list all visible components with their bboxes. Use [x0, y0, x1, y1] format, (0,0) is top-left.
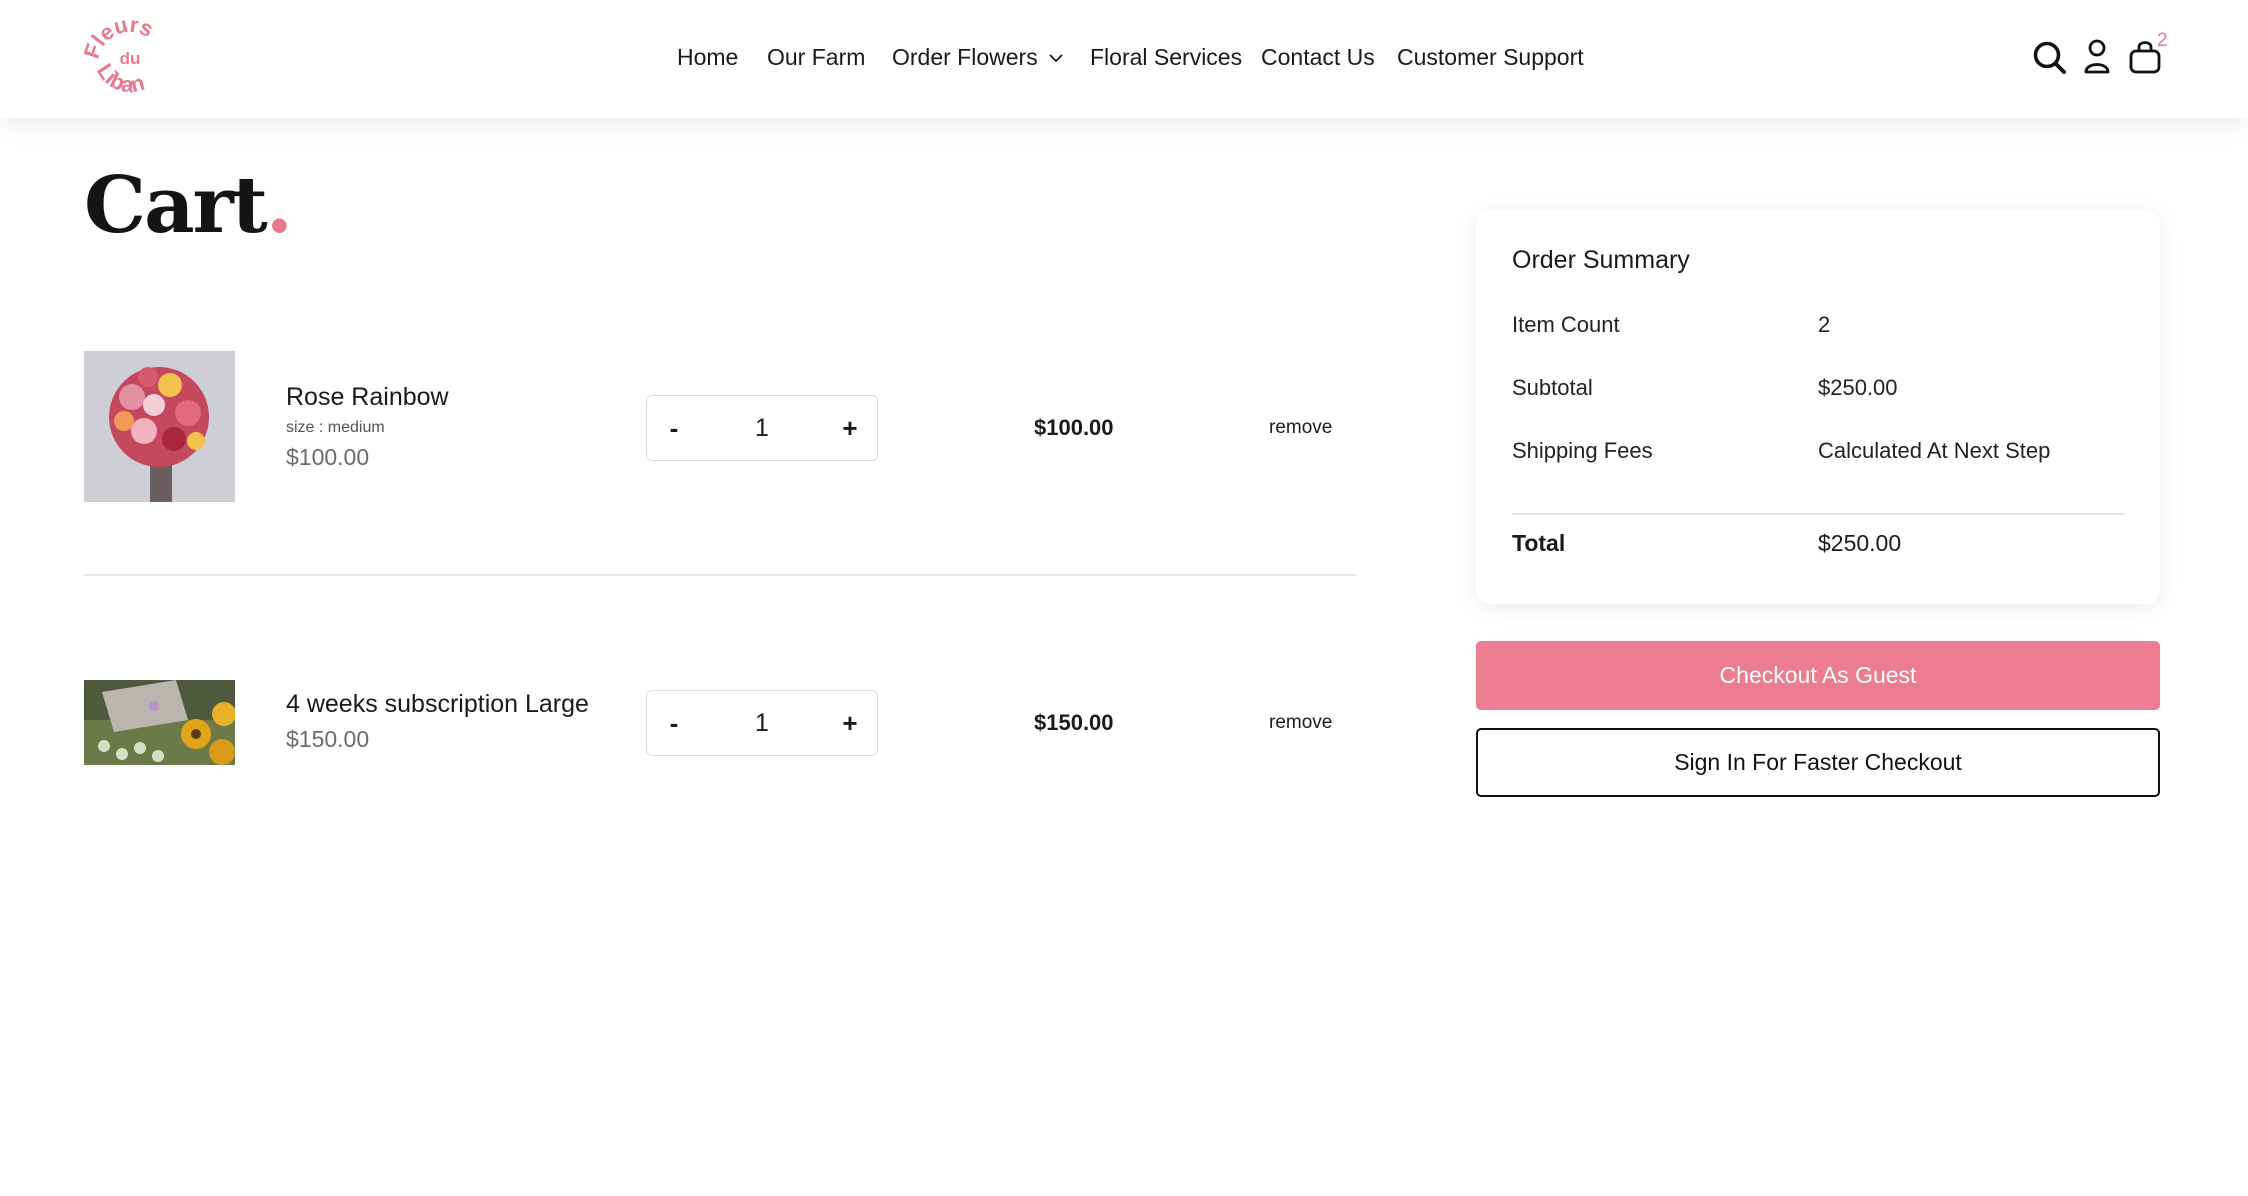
quantity-stepper: - 1 +	[646, 395, 878, 461]
product-name[interactable]: 4 weeks subscription Large	[286, 690, 589, 719]
nav-contact-us-label: Contact Us	[1261, 44, 1375, 70]
page-title: Cart.	[84, 160, 293, 251]
item-count-value: 2	[1818, 312, 1831, 337]
increase-quantity-button[interactable]: +	[823, 413, 877, 444]
product-image-rose-rainbow[interactable]	[84, 351, 235, 502]
chevron-down-icon	[1049, 53, 1063, 62]
main-nav: Home Our Farm Order Flowers Floral Servi…	[0, 0, 2248, 118]
nav-order-flowers[interactable]: Order Flowers	[892, 44, 1064, 71]
cart-row: 4 weeks subscription Large $150.00 - 1 +…	[84, 680, 1356, 766]
subtotal-value: $250.00	[1818, 375, 1898, 400]
summary-divider	[1512, 513, 2124, 515]
nav-floral-services[interactable]: Floral Services	[1090, 44, 1242, 71]
remove-item-link[interactable]: remove	[1269, 712, 1332, 734]
search-icon[interactable]	[2033, 38, 2067, 78]
nav-home[interactable]: Home	[677, 44, 738, 71]
nav-our-farm-label: Our Farm	[767, 44, 866, 70]
page-title-text: Cart	[84, 160, 268, 251]
decrease-quantity-button[interactable]: -	[647, 413, 701, 444]
product-name[interactable]: Rose Rainbow	[286, 383, 449, 412]
nav-customer-support-label: Customer Support	[1397, 44, 1584, 70]
total-value: $250.00	[1818, 530, 1902, 556]
sign-in-button[interactable]: Sign In For Faster Checkout	[1476, 728, 2160, 797]
order-summary-title: Order Summary	[1512, 246, 1690, 274]
cart-count-badge: 2	[2157, 30, 2168, 51]
product-image-subscription[interactable]	[84, 680, 235, 765]
row-divider	[84, 574, 1356, 576]
nav-home-label: Home	[677, 44, 739, 70]
quantity-stepper: - 1 +	[646, 690, 878, 756]
quantity-value[interactable]: 1	[701, 709, 823, 738]
site-header: Fleurs du Liban Home Our Farm Order Flow…	[0, 0, 2248, 118]
user-icon[interactable]	[2083, 38, 2111, 78]
nav-contact-us[interactable]: Contact Us	[1261, 44, 1375, 71]
cart-row: Rose Rainbow size : medium $100.00 - 1 +…	[84, 351, 1356, 503]
line-total: $150.00	[1034, 710, 1114, 735]
shipping-fees-label: Shipping Fees	[1512, 438, 1653, 463]
nav-order-flowers-label: Order Flowers	[892, 44, 1038, 70]
shipping-fees-value: Calculated At Next Step	[1818, 438, 2051, 463]
nav-our-farm[interactable]: Our Farm	[767, 44, 865, 71]
product-unit-price: $100.00	[286, 444, 370, 470]
decrease-quantity-button[interactable]: -	[647, 708, 701, 739]
item-count-label: Item Count	[1512, 312, 1620, 337]
quantity-value[interactable]: 1	[701, 414, 823, 443]
nav-floral-services-label: Floral Services	[1090, 44, 1243, 70]
subtotal-label: Subtotal	[1512, 375, 1593, 400]
page-title-dot: .	[265, 160, 293, 251]
nav-customer-support[interactable]: Customer Support	[1397, 44, 1584, 71]
increase-quantity-button[interactable]: +	[823, 708, 877, 739]
remove-item-link[interactable]: remove	[1269, 417, 1332, 439]
product-size: size : medium	[286, 419, 385, 436]
order-summary-card: Order Summary Item Count 2 Subtotal $250…	[1476, 210, 2160, 604]
product-unit-price: $150.00	[286, 726, 370, 752]
total-label: Total	[1512, 530, 1566, 556]
line-total: $100.00	[1034, 415, 1114, 440]
sign-in-label: Sign In For Faster Checkout	[1674, 749, 1962, 775]
checkout-as-guest-button[interactable]: Checkout As Guest	[1476, 641, 2160, 710]
checkout-as-guest-label: Checkout As Guest	[1719, 662, 1917, 688]
